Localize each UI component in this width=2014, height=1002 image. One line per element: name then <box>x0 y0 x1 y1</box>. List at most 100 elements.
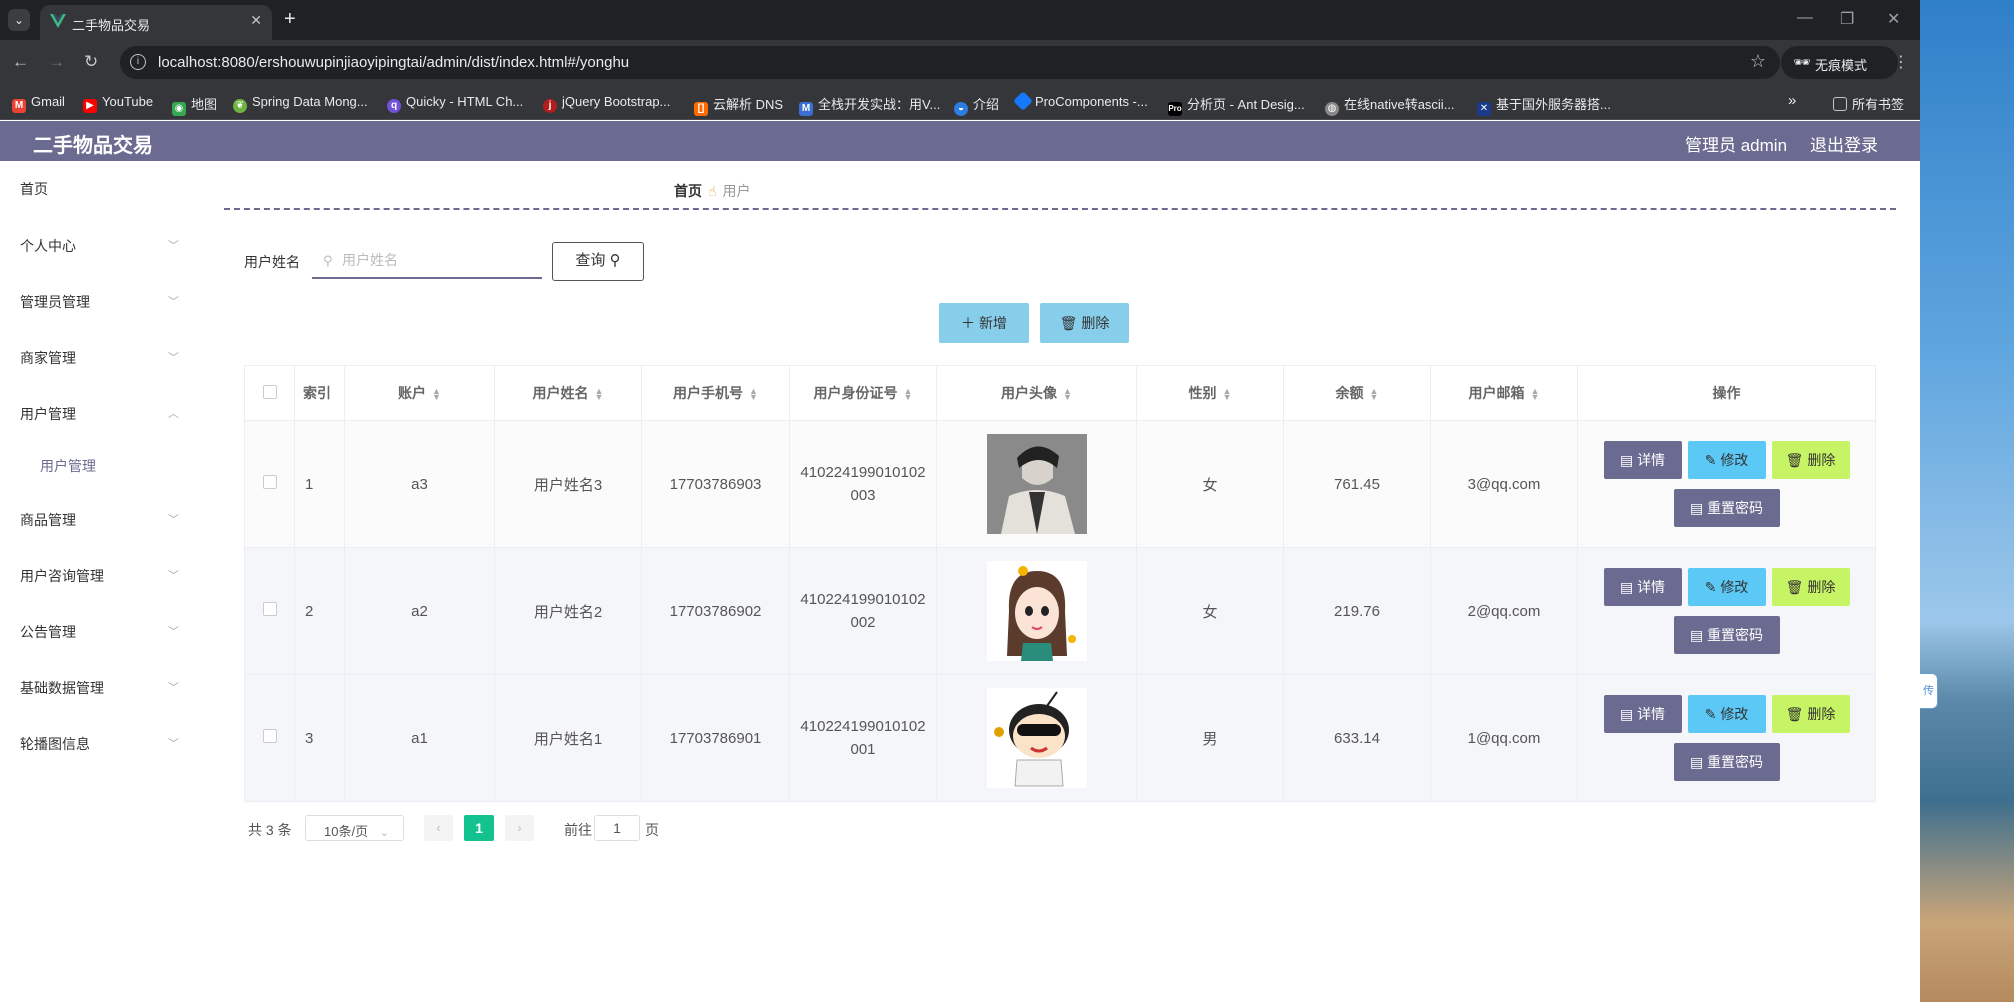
column-header[interactable]: 用户邮箱 ▲ ▼ <box>1430 365 1578 421</box>
bookmark-antdesign[interactable]: Pro 分析页 - Ant Desig... <box>1168 94 1305 116</box>
detail-button[interactable]: ▤ 详情 <box>1603 441 1682 479</box>
column-header[interactable]: 用户姓名 ▲ ▼ <box>494 365 642 421</box>
pencil-icon: ✎ <box>1704 452 1717 468</box>
plus-icon: ＋ <box>961 315 976 331</box>
side-widget-tab[interactable]: 传 <box>1920 673 1938 709</box>
forward-icon[interactable]: → <box>48 52 65 72</box>
sidebar-item-personal-center[interactable]: 个人中心 <box>20 236 76 256</box>
prev-page-button[interactable]: ‹ <box>424 815 453 841</box>
browser-tab[interactable]: 二手物品交易 ✕ <box>40 5 272 40</box>
column-header[interactable]: 用户头像 ▲ ▼ <box>936 365 1137 421</box>
cell-avatar <box>936 547 1137 675</box>
sidebar-item-carousel[interactable]: 轮播图信息 <box>20 734 90 754</box>
reset-password-button[interactable]: ▤ 重置密码 <box>1673 616 1780 654</box>
column-header[interactable]: 性别 ▲ ▼ <box>1136 365 1284 421</box>
bookmark-intro[interactable]: ◒ 介绍 <box>954 94 999 116</box>
omnibox[interactable]: i localhost:8080/ershouwupinjiaoyipingta… <box>120 46 1780 79</box>
sort-icon[interactable]: ▲ ▼ <box>432 387 441 402</box>
edit-button[interactable]: ✎ 修改 <box>1687 441 1766 479</box>
column-header[interactable]: 账户 ▲ ▼ <box>344 365 495 421</box>
row-checkbox[interactable] <box>262 729 277 743</box>
edit-button[interactable]: ✎ 修改 <box>1687 695 1766 733</box>
sort-icon[interactable]: ▲ ▼ <box>1531 387 1540 402</box>
bookmark-fullstack[interactable]: M 全栈开发实战：用V... <box>799 94 940 116</box>
sidebar-item-basic-data[interactable]: 基础数据管理 <box>20 678 104 698</box>
detail-button[interactable]: ▤ 详情 <box>1603 695 1682 733</box>
select-all-checkbox[interactable] <box>262 384 277 399</box>
sort-icon[interactable]: ▲ ▼ <box>1370 387 1379 402</box>
next-page-button[interactable]: › <box>505 815 534 841</box>
back-icon[interactable]: ← <box>12 52 29 72</box>
detail-button[interactable]: ▤ 详情 <box>1603 568 1682 606</box>
url-text: localhost:8080/ershouwupinjiaoyipingtai/… <box>158 54 630 71</box>
sidebar-item-notice-manage[interactable]: 公告管理 <box>20 622 76 642</box>
more-bookmarks-icon[interactable]: » <box>1788 92 1796 109</box>
column-header[interactable]: 用户身份证号 ▲ ▼ <box>789 365 937 421</box>
delete-button[interactable]: 🗑 删除 <box>1771 568 1850 606</box>
page-size-select[interactable]: 10条/页 ⌄ <box>305 815 404 841</box>
sort-icon[interactable]: ▲ ▼ <box>1223 387 1232 402</box>
logout-link[interactable]: 退出登录 <box>1810 131 1878 156</box>
bookmark-spring[interactable]: ❦ Spring Data Mong... <box>233 94 368 113</box>
sort-icon[interactable]: ▲ ▼ <box>595 387 604 402</box>
bookmark-procomponents[interactable]: ProComponents -... <box>1013 91 1148 111</box>
chevron-down-icon: ﹀ <box>168 738 179 750</box>
bookmark-quicky[interactable]: q Quicky - HTML Ch... <box>387 94 523 113</box>
sidebar-item-consult-manage[interactable]: 用户咨询管理 <box>20 566 104 586</box>
sidebar-subitem-user-manage[interactable]: 用户管理 <box>40 456 96 476</box>
all-bookmarks[interactable]: 所有书签 <box>1833 94 1904 113</box>
close-window-icon[interactable]: ✕ <box>1887 9 1900 29</box>
bookmark-jquery[interactable]: j jQuery Bootstrap... <box>543 94 670 113</box>
edit-button[interactable]: ✎ 修改 <box>1687 568 1766 606</box>
jquery-icon: j <box>543 99 557 113</box>
reload-icon[interactable]: ↻ <box>84 52 98 72</box>
bookmark-server[interactable]: ✕ 基于国外服务器搭... <box>1477 94 1611 116</box>
restore-icon[interactable]: ❐ <box>1840 9 1854 29</box>
row-checkbox[interactable] <box>262 475 277 489</box>
tab-search-button[interactable]: ⌄ <box>8 9 30 31</box>
youtube-icon: ▶ <box>83 99 97 113</box>
sidebar-item-goods-manage[interactable]: 商品管理 <box>20 510 76 530</box>
bookmark-maps[interactable]: ◉ 地图 <box>172 94 217 116</box>
query-button[interactable]: 查询 ⚲ <box>552 242 644 281</box>
reset-password-button[interactable]: ▤ 重置密码 <box>1673 743 1780 781</box>
add-button[interactable]: ＋ 新增 <box>939 303 1029 343</box>
sort-icon[interactable]: ▲ ▼ <box>904 387 913 402</box>
minimize-icon[interactable]: — <box>1797 9 1813 27</box>
sidebar-item-merchant-manage[interactable]: 商家管理 <box>20 348 76 368</box>
browser-tab-strip: ⌄ 二手物品交易 ✕ + — ❐ ✕ <box>0 0 1920 40</box>
search-input[interactable] <box>312 242 542 279</box>
close-tab-icon[interactable]: ✕ <box>250 12 262 29</box>
column-header[interactable]: 余额 ▲ ▼ <box>1283 365 1431 421</box>
page-number-current[interactable]: 1 <box>464 815 494 841</box>
sidebar-item-admin-manage[interactable]: 管理员管理 <box>20 292 90 312</box>
bookmark-star-icon[interactable]: ☆ <box>1750 51 1766 72</box>
breadcrumb-home[interactable]: 首页 <box>674 183 702 199</box>
cell-avatar <box>936 674 1137 802</box>
new-tab-button[interactable]: + <box>284 8 296 31</box>
bookmark-native-ascii[interactable]: ◍ 在线native转ascii... <box>1325 94 1455 116</box>
bookmark-youtube[interactable]: ▶ YouTube <box>83 94 153 113</box>
sort-icon[interactable]: ▲ ▼ <box>749 387 758 402</box>
sort-icon[interactable]: ▲ ▼ <box>1063 387 1072 402</box>
cell-balance: 633.14 <box>1283 674 1431 802</box>
flag-icon: ✕ <box>1477 102 1491 116</box>
delete-button[interactable]: 🗑 删除 <box>1771 441 1850 479</box>
cell-name: 用户姓名1 <box>494 674 642 802</box>
vue-logo-icon <box>50 14 66 28</box>
bookmark-dns[interactable]: [] 云解析 DNS <box>694 94 783 116</box>
batch-delete-button[interactable]: 🗑 删除 <box>1040 303 1129 343</box>
app-title: 二手物品交易 <box>33 135 153 157</box>
bookmark-gmail[interactable]: M Gmail <box>12 94 65 113</box>
sidebar-item-user-manage[interactable]: 用户管理 <box>20 404 76 424</box>
reset-password-button[interactable]: ▤ 重置密码 <box>1673 489 1780 527</box>
delete-button[interactable]: 🗑 删除 <box>1771 695 1850 733</box>
site-info-icon[interactable]: i <box>130 54 146 70</box>
trash-icon: 🗑 <box>1785 452 1804 468</box>
sidebar-item-home[interactable]: 首页 <box>20 179 48 199</box>
browser-menu-icon[interactable]: ⋮ <box>1893 52 1909 72</box>
incognito-badge[interactable]: 🕶 无痕模式 <box>1781 46 1898 79</box>
goto-page-input[interactable] <box>594 815 640 841</box>
row-checkbox[interactable] <box>262 602 277 616</box>
column-header[interactable]: 用户手机号 ▲ ▼ <box>641 365 790 421</box>
